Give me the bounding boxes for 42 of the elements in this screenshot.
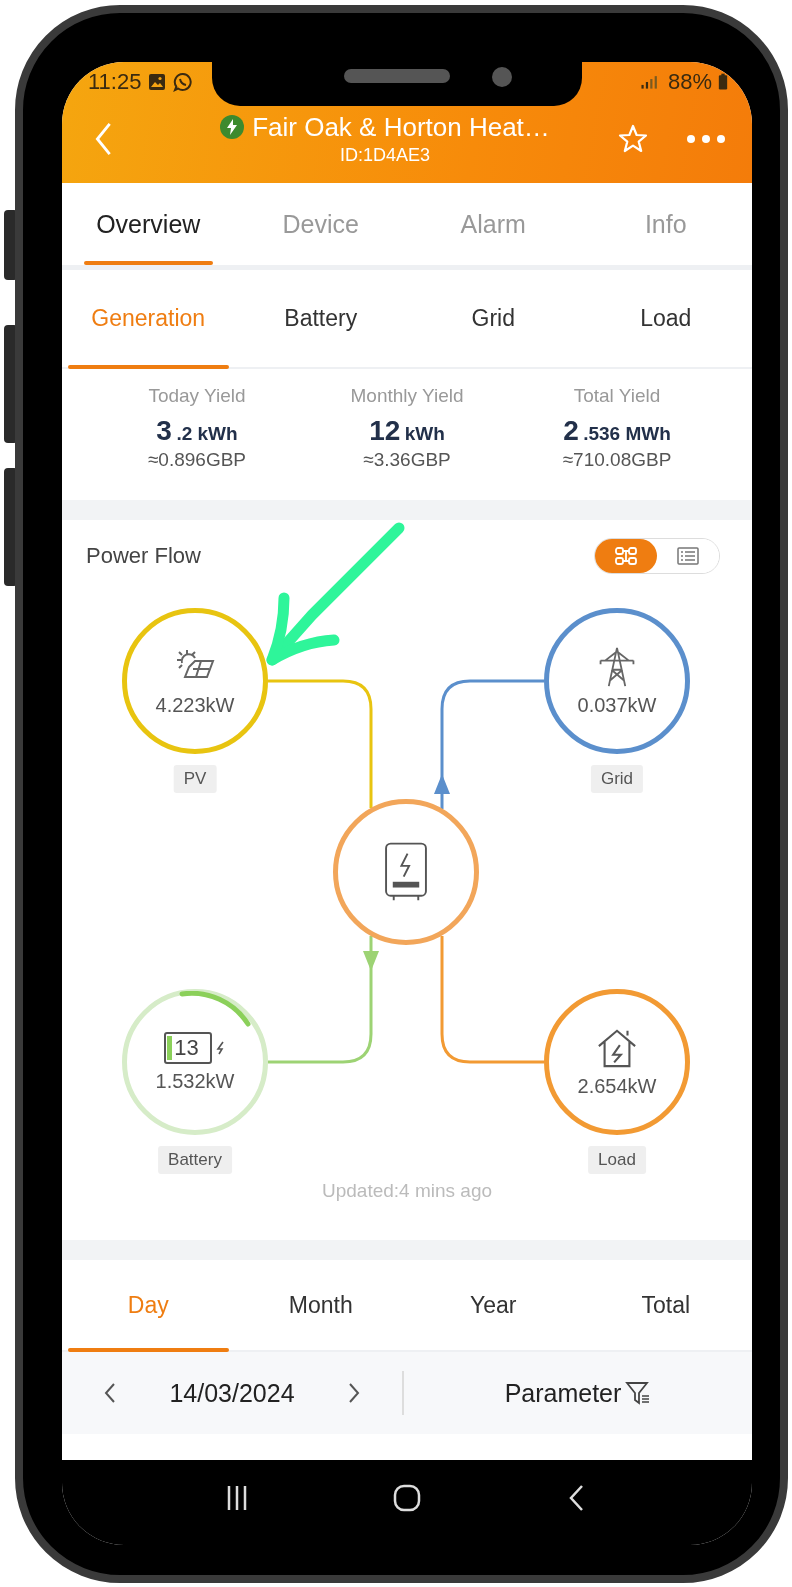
date-text[interactable]: 14/03/2024 <box>169 1378 295 1408</box>
yield-value: 3.2 kWh <box>156 415 238 447</box>
node-label: Battery <box>158 1146 232 1174</box>
bolt-status-icon <box>220 115 245 139</box>
power-value: 1.532kW <box>155 1069 235 1093</box>
next-icon[interactable] <box>348 1382 360 1404</box>
node-label: Grid <box>590 765 644 793</box>
charging-icon <box>216 1040 226 1055</box>
list-icon <box>676 546 700 566</box>
yield-label: Total Yield <box>573 385 661 407</box>
home-icon[interactable] <box>392 1482 422 1513</box>
diagram-view-button[interactable] <box>595 539 657 573</box>
yield-money: ≈0.896GBP <box>147 449 247 471</box>
updated-text: Updated:4 mins ago <box>320 1180 494 1202</box>
charge-arc <box>179 991 251 1027</box>
more-icon[interactable] <box>686 133 726 144</box>
star-icon[interactable] <box>618 123 648 154</box>
image-icon <box>147 72 168 92</box>
battery-percent: 88% <box>667 69 712 95</box>
plant-id: ID:1D4AE3 <box>339 144 430 166</box>
power-value: 0.037kW <box>577 693 657 717</box>
node-label: PV <box>173 765 217 793</box>
yield-label: Monthly Yield <box>350 385 464 407</box>
battery-soc: 13 <box>174 1034 199 1061</box>
previous-icon[interactable] <box>104 1382 116 1404</box>
parameter-button[interactable]: Parameter <box>404 1377 752 1409</box>
yield-money: ≈710.08GBP <box>562 449 672 471</box>
status-time: 11:25 <box>88 69 142 95</box>
plant-title: Fair Oak & Horton Heat… <box>252 111 550 143</box>
flow-diagram-icon <box>614 546 638 566</box>
yield-label: Today Yield <box>148 385 246 407</box>
yield-money: ≈3.36GBP <box>363 449 451 471</box>
chat-icon <box>173 72 194 92</box>
yield-value: 12 kWh <box>369 415 445 447</box>
section-title: Power Flow <box>86 543 201 569</box>
power-value: 4.223kW <box>155 693 235 717</box>
power-value: 2.654kW <box>577 1074 657 1098</box>
battery-icon <box>718 73 728 91</box>
yield-value: 2.536 MWh <box>563 415 671 447</box>
node-label: Load <box>588 1146 646 1174</box>
filter-icon <box>625 1381 652 1405</box>
inverter-icon <box>383 841 429 903</box>
